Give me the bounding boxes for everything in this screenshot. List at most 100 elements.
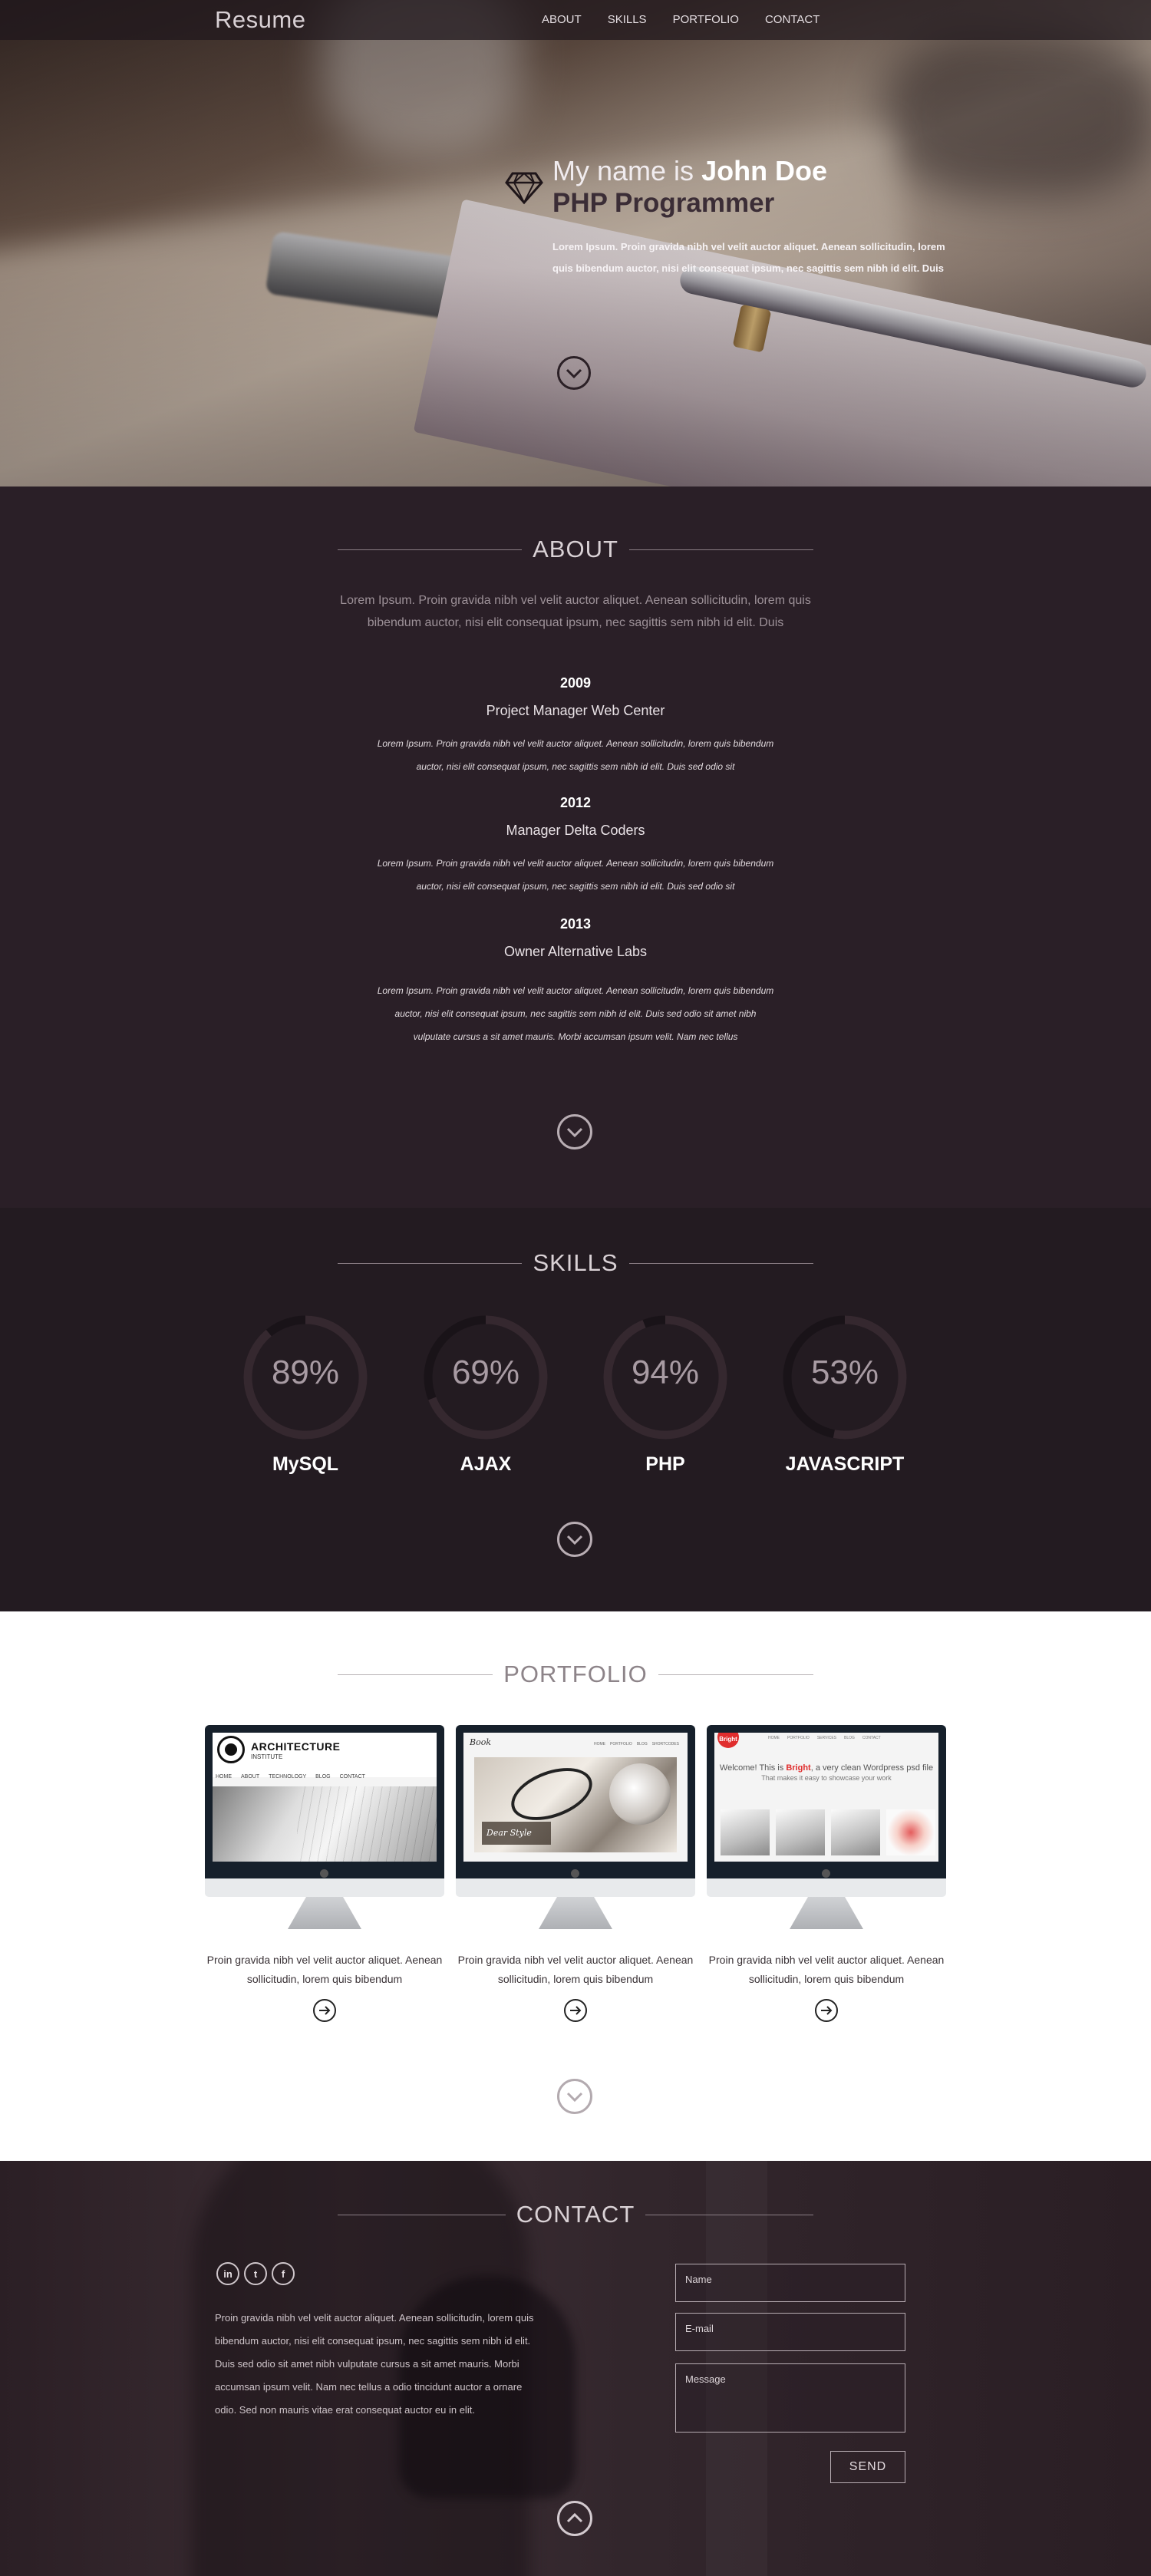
message-field[interactable]: Message <box>675 2363 905 2433</box>
divider-line <box>338 1262 523 1264</box>
social-links: in t f <box>216 2262 295 2285</box>
monitor-camera <box>822 1869 830 1878</box>
screen-nav-item: ABOUT <box>241 1774 260 1779</box>
timeline-role: Project Manager Web Center <box>486 703 665 718</box>
monitor-chin <box>707 1878 946 1897</box>
skill-label: AJAX <box>460 1453 512 1475</box>
screen-welcome: Welcome! This is Bright, a very clean Wo… <box>714 1763 938 1773</box>
timeline-role: Manager Delta Coders <box>506 823 645 838</box>
facebook-icon[interactable]: f <box>272 2262 295 2285</box>
screen-nav-item: CONTACT <box>339 1774 365 1779</box>
hero-role: PHP Programmer <box>552 188 775 218</box>
chevron-down-icon[interactable] <box>556 355 592 391</box>
divider-line <box>338 549 523 550</box>
about-title-text: ABOUT <box>533 536 618 562</box>
screen-welcome-brand: Bright <box>786 1763 811 1773</box>
divider-line <box>628 549 814 550</box>
diamond-icon <box>505 172 543 205</box>
hero-section: My name is John Doe PHP Programmer Lorem… <box>0 0 1151 487</box>
monitor-frame: Book HOME PORTFOLIO BLOG SHORTCODES Dear… <box>456 1725 695 1878</box>
portfolio-card-text: Proin gravida nibh vel velit auctor aliq… <box>206 1954 443 1985</box>
portfolio-title-text: PORTFOLIO <box>503 1661 648 1687</box>
screen-nav: HOME ABOUT TECHNOLOGY BLOG CONTACT <box>213 1774 437 1785</box>
monitor-stand <box>288 1897 361 1929</box>
screen-nav-item: PORTFOLIO <box>787 1736 810 1740</box>
arrow-right-icon[interactable] <box>312 1998 337 2023</box>
portfolio-screenshot: Book HOME PORTFOLIO BLOG SHORTCODES Dear… <box>463 1733 688 1862</box>
skill-gauge: 53% <box>780 1312 910 1443</box>
twitter-icon[interactable]: t <box>244 2262 267 2285</box>
screen-logo <box>217 1736 245 1763</box>
screen-hero-image <box>213 1786 437 1862</box>
screen-thumbnails <box>721 1809 935 1855</box>
screen-brand: Book <box>470 1737 491 1747</box>
portfolio-section: PORTFOLIO ARCHITECTURE INSTITUTE HOME AB… <box>0 1611 1151 2161</box>
nav-item-contact[interactable]: CONTACT <box>765 13 820 26</box>
nav-item-about[interactable]: ABOUT <box>542 13 582 26</box>
screen-thumbnail <box>886 1809 935 1855</box>
timeline-year: 2012 <box>559 795 592 810</box>
screen-nav: HOME PORTFOLIO BLOG SHORTCODES <box>594 1742 679 1746</box>
screen-subtitle: INSTITUTE <box>251 1753 283 1760</box>
skills-section: SKILLS 89% MySQL 69% AJAX 94% PHP 53% JA… <box>0 1208 1151 1611</box>
screen-nav: HOME PORTFOLIO SERVICES BLOG CONTACT <box>768 1736 881 1740</box>
screen-nav-item: TECHNOLOGY <box>269 1774 307 1779</box>
timeline-role: Owner Alternative Labs <box>503 944 648 959</box>
brand-logo[interactable]: Resume <box>215 6 305 34</box>
timeline-description: Lorem Ipsum. Proin gravida nibh vel veli… <box>377 738 774 772</box>
screen-header <box>213 1733 437 1777</box>
send-button[interactable]: SEND <box>830 2451 905 2483</box>
skill-percent: 89% <box>271 1354 340 1391</box>
portfolio-monitor[interactable]: Bright HOME PORTFOLIO SERVICES BLOG CONT… <box>707 1725 946 1929</box>
screen-nav-item: BLOG <box>844 1736 855 1740</box>
email-field[interactable]: E-mail <box>675 2313 905 2351</box>
divider-line <box>628 1262 813 1264</box>
nav-item-skills[interactable]: SKILLS <box>608 13 647 26</box>
screen-badge: Bright <box>717 1733 739 1748</box>
skill-gauge: 94% <box>600 1312 731 1443</box>
chevron-down-icon[interactable] <box>556 1113 593 1150</box>
screen-subtitle: That makes it easy to showcase your work <box>761 1774 892 1782</box>
timeline-year: 2009 <box>559 675 592 691</box>
linkedin-icon[interactable]: in <box>216 2262 239 2285</box>
screen-nav-item: CONTACT <box>862 1736 881 1740</box>
arrow-right-icon[interactable] <box>563 1998 588 2023</box>
skill-percent: 53% <box>810 1354 879 1391</box>
portfolio-card-text: Proin gravida nibh vel velit auctor aliq… <box>708 1954 945 1985</box>
portfolio-monitor[interactable]: Book HOME PORTFOLIO BLOG SHORTCODES Dear… <box>456 1725 695 1929</box>
portfolio-title: PORTFOLIO <box>338 1661 814 1688</box>
screen-thumbnail <box>721 1809 770 1855</box>
screen-nav-item: HOME <box>216 1774 232 1779</box>
screen-tag: Dear Style <box>482 1822 551 1845</box>
skill-label: JAVASCRIPT <box>785 1453 905 1475</box>
name-field[interactable]: Name <box>675 2264 905 2302</box>
nav-item-portfolio[interactable]: PORTFOLIO <box>673 13 739 26</box>
contact-title-text: CONTACT <box>516 2201 635 2228</box>
timeline-description: Lorem Ipsum. Proin gravida nibh vel veli… <box>377 858 774 892</box>
portfolio-screenshot: ARCHITECTURE INSTITUTE HOME ABOUT TECHNO… <box>213 1733 437 1862</box>
arrow-right-icon[interactable] <box>814 1998 839 2023</box>
hero-intro: Lorem Ipsum. Proin gravida nibh vel veli… <box>552 241 945 274</box>
timeline-year: 2013 <box>559 916 592 932</box>
screen-nav-item: BLOG <box>315 1774 331 1779</box>
skill-gauge: 89% <box>240 1312 371 1443</box>
monitor-frame: ARCHITECTURE INSTITUTE HOME ABOUT TECHNO… <box>205 1725 444 1878</box>
chevron-down-icon[interactable] <box>556 2078 593 2115</box>
skill-percent: 94% <box>631 1354 700 1391</box>
timeline-description: Lorem Ipsum. Proin gravida nibh vel veli… <box>377 985 774 1042</box>
monitor-camera <box>571 1869 579 1878</box>
contact-copy: Proin gravida nibh vel velit auctor aliq… <box>215 2312 534 2416</box>
hero-name: John Doe <box>701 155 828 186</box>
chevron-down-icon[interactable] <box>556 1521 593 1558</box>
about-lead: Lorem Ipsum. Proin gravida nibh vel veli… <box>340 594 811 629</box>
portfolio-monitor[interactable]: ARCHITECTURE INSTITUTE HOME ABOUT TECHNO… <box>205 1725 444 1929</box>
divider-line <box>338 1674 493 1675</box>
monitor-chin <box>205 1878 444 1897</box>
skill-label: PHP <box>645 1453 685 1475</box>
about-section: ABOUT Lorem Ipsum. Proin gravida nibh ve… <box>0 487 1151 1208</box>
monitor-stand <box>790 1897 863 1929</box>
chevron-up-icon[interactable] <box>556 2500 593 2537</box>
screen-thumbnail <box>831 1809 880 1855</box>
screen-nav-item: HOME <box>768 1736 780 1740</box>
skills-title-text: SKILLS <box>533 1249 618 1276</box>
